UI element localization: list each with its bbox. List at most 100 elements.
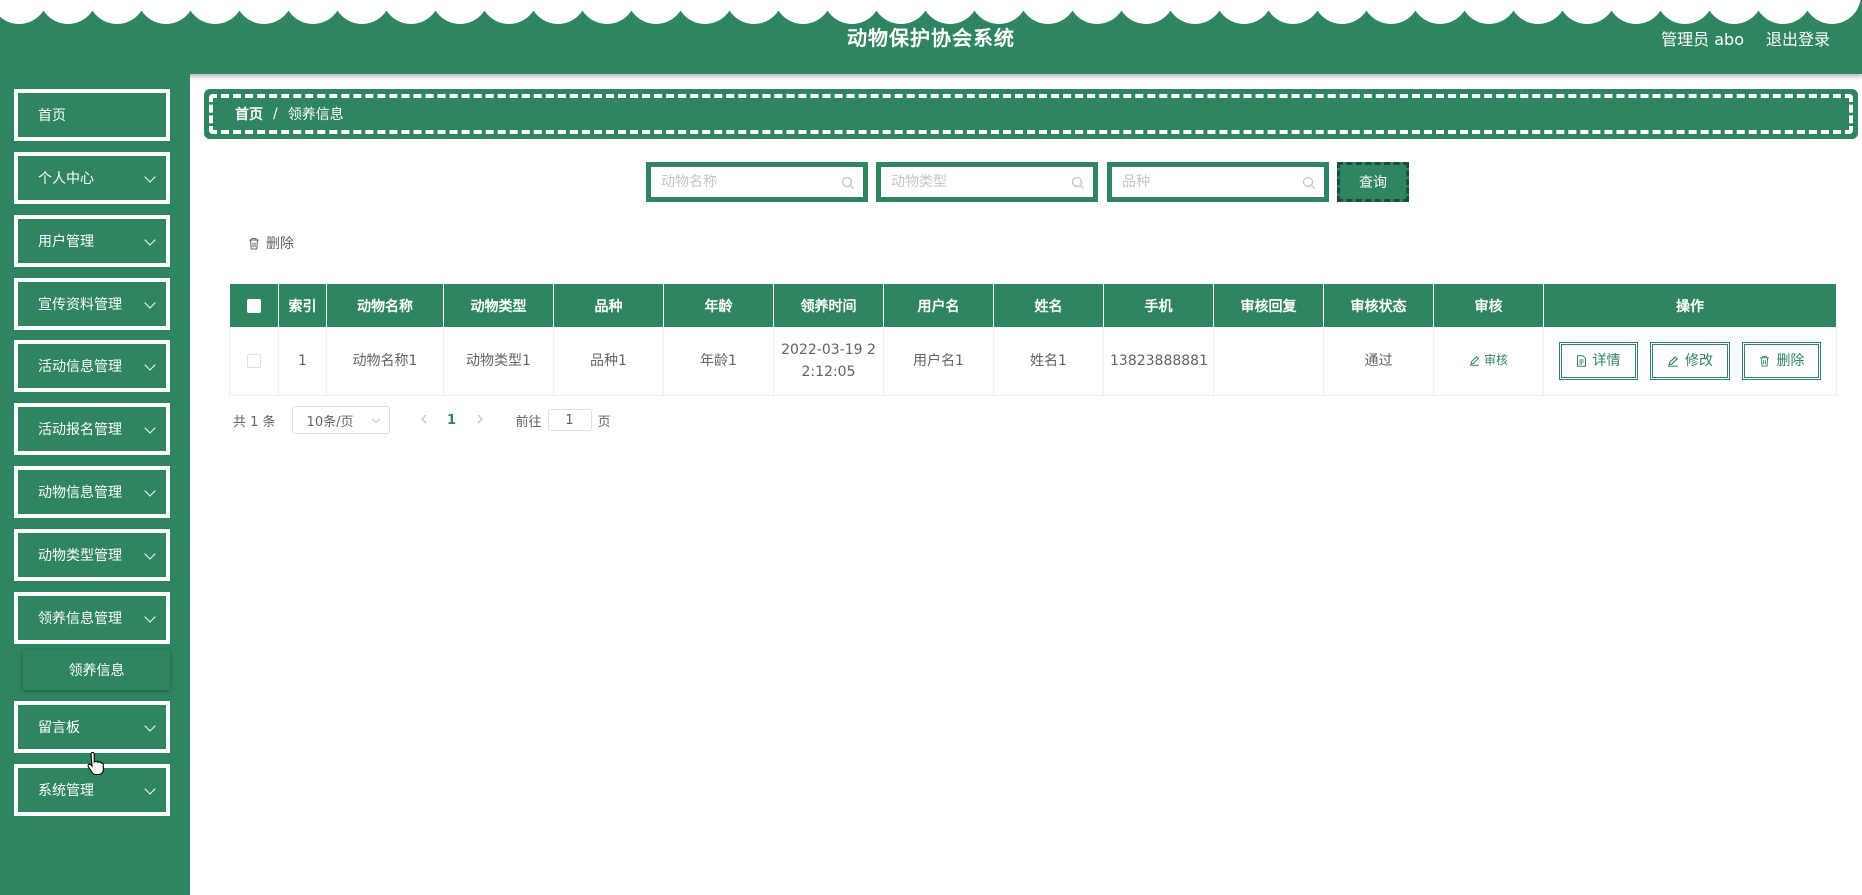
page-suffix: 页 xyxy=(597,414,611,430)
animal-type-input-box xyxy=(880,166,1094,198)
sidebar-item-label: 用户管理 xyxy=(38,234,94,250)
header-scallop xyxy=(872,0,930,24)
edit-button[interactable]: 修改 xyxy=(1650,341,1730,380)
sidebar-item-label: 活动信息管理 xyxy=(38,359,122,375)
actions-cell: 详情 修改 删除 xyxy=(1543,327,1837,396)
breed-cell: 品种1 xyxy=(553,327,664,396)
column-header: 姓名 xyxy=(993,284,1104,327)
sidebar-item-adoption-management[interactable]: 领养信息管理 xyxy=(14,592,170,644)
header-scallop xyxy=(578,0,636,24)
animal-name-input[interactable] xyxy=(661,174,853,190)
next-page-button[interactable] xyxy=(466,413,494,428)
pagination: 共 1 条 10条/页 1 前往 页 xyxy=(233,406,611,434)
breadcrumb-home-link[interactable]: 首页 xyxy=(235,104,263,124)
chevron-down-icon xyxy=(144,234,156,246)
breadcrumb-frame: 首页 / 领养信息 xyxy=(209,94,1853,134)
chevron-down-icon xyxy=(144,548,156,560)
animal-name-input-box xyxy=(650,166,864,198)
column-header: 品种 xyxy=(553,284,664,327)
page-size-select[interactable]: 10条/页 xyxy=(291,406,390,434)
column-header: 手机 xyxy=(1103,284,1214,327)
sidebar-item-home[interactable]: 首页 xyxy=(14,89,170,141)
breadcrumb-current: 领养信息 xyxy=(287,107,344,123)
header-scallop xyxy=(1313,0,1371,24)
header-scallop xyxy=(1460,0,1518,24)
sidebar-item-label: 个人中心 xyxy=(38,171,94,187)
sidebar-item-label: 活动报名管理 xyxy=(38,422,122,438)
prev-page-button[interactable] xyxy=(410,413,438,428)
sidebar-item-label: 动物信息管理 xyxy=(38,485,122,501)
audit-link-label: 审核 xyxy=(1483,353,1508,367)
sidebar-item-animal-type[interactable]: 动物类型管理 xyxy=(14,529,170,581)
audit-link[interactable]: 审核 xyxy=(1469,349,1508,371)
breed-input-box xyxy=(1111,166,1325,198)
query-button[interactable]: 查询 xyxy=(1337,162,1409,202)
header-scallop xyxy=(529,0,587,24)
search-icon xyxy=(1071,176,1084,189)
header-scallop xyxy=(1215,0,1273,24)
column-header: 审核 xyxy=(1433,284,1544,327)
column-header: 审核状态 xyxy=(1323,284,1434,327)
goto-page-input[interactable] xyxy=(547,409,592,431)
select-all-checkbox[interactable] xyxy=(246,298,261,313)
header-scallop xyxy=(627,0,685,24)
header-scallop xyxy=(1068,0,1126,24)
header-scallop xyxy=(235,0,293,24)
pagination-total: 共 1 条 xyxy=(233,414,276,430)
row-checkbox[interactable] xyxy=(247,353,261,368)
header-scallop xyxy=(970,0,1028,24)
header-scallop xyxy=(774,0,832,24)
sidebar-item-label: 领养信息管理 xyxy=(38,611,122,627)
sidebar-item-user-management[interactable]: 用户管理 xyxy=(14,215,170,267)
chevron-left-icon xyxy=(420,414,427,423)
header-scallop xyxy=(1362,0,1420,24)
chevron-down-icon xyxy=(144,171,156,183)
column-header: 领养时间 xyxy=(773,284,884,327)
detail-button[interactable]: 详情 xyxy=(1558,341,1638,380)
animal-type-cell: 动物类型1 xyxy=(443,327,554,396)
header-scallop xyxy=(284,0,342,24)
sidebar-item-activity-signup[interactable]: 活动报名管理 xyxy=(14,403,170,455)
header-scallop xyxy=(88,0,146,24)
sidebar-item-message-board[interactable]: 留言板 xyxy=(14,701,170,753)
header-scallop xyxy=(1411,0,1469,24)
sidebar-subitem-adoption-info[interactable]: 领养信息 xyxy=(23,650,170,690)
header-scallop xyxy=(921,0,979,24)
chevron-down-icon xyxy=(144,359,156,371)
search-icon xyxy=(841,176,854,189)
header-scallop xyxy=(431,0,489,24)
current-user-label: 管理员 abo xyxy=(1661,30,1744,49)
animal-name-cell: 动物名称1 xyxy=(326,327,444,396)
sidebar-item-animal-info[interactable]: 动物信息管理 xyxy=(14,466,170,518)
logout-link[interactable]: 退出登录 xyxy=(1766,26,1830,50)
header-scallop xyxy=(1754,0,1812,24)
header-scallop xyxy=(1509,0,1567,24)
sidebar-item-label: 动物类型管理 xyxy=(38,548,122,564)
username-cell: 用户名1 xyxy=(883,327,994,396)
batch-delete-label: 删除 xyxy=(266,236,294,252)
phone-cell: 13823888881 xyxy=(1103,327,1214,396)
breed-input[interactable] xyxy=(1122,174,1314,190)
sidebar-item-label: 首页 xyxy=(38,108,66,124)
header-scallop xyxy=(1117,0,1175,24)
chevron-down-icon xyxy=(144,485,156,497)
sidebar-item-personal-center[interactable]: 个人中心 xyxy=(14,152,170,204)
batch-delete-button[interactable]: 删除 xyxy=(248,233,294,253)
header-scallop xyxy=(1558,0,1616,24)
sidebar-item-publicity-management[interactable]: 宣传资料管理 xyxy=(14,278,170,330)
sidebar-item-label: 系统管理 xyxy=(38,783,94,799)
delete-button[interactable]: 删除 xyxy=(1742,341,1822,380)
realname-cell: 姓名1 xyxy=(993,327,1104,396)
page-number[interactable]: 1 xyxy=(438,413,466,428)
document-icon xyxy=(1576,355,1586,367)
audit-cell: 审核 xyxy=(1433,327,1544,396)
header-scallop xyxy=(1803,0,1861,24)
animal-type-input[interactable] xyxy=(891,174,1083,190)
adoption-time-cell: 2022-03-19 22:12:05 xyxy=(773,327,884,396)
header-scallop xyxy=(676,0,734,24)
header-scallop xyxy=(1166,0,1224,24)
sidebar-item-activity-info[interactable]: 活动信息管理 xyxy=(14,340,170,392)
index-cell: 1 xyxy=(278,327,327,396)
goto-label: 前往 xyxy=(515,414,542,430)
detail-button-label: 详情 xyxy=(1592,352,1621,369)
